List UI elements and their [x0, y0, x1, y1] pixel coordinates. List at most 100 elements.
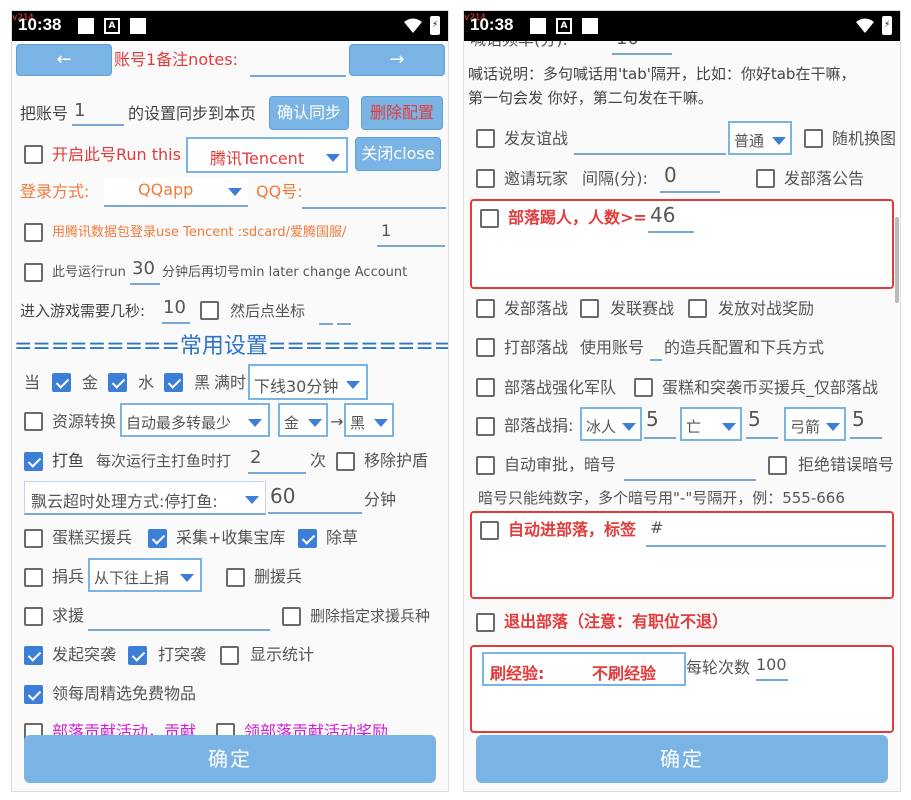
delete-specific-checkbox[interactable] — [282, 607, 301, 626]
sync-account-input[interactable]: 1 — [72, 99, 124, 126]
request-input[interactable] — [88, 603, 270, 631]
friendly-mode-select[interactable]: 普通 — [728, 121, 792, 155]
remove-shield-checkbox[interactable] — [336, 452, 355, 471]
confirm-button[interactable]: 确定 — [24, 735, 436, 783]
resource-from-value: 金 — [284, 414, 300, 432]
war-boost-checkbox[interactable] — [476, 378, 495, 397]
reject-wrong-code-checkbox[interactable] — [768, 456, 787, 475]
cake-buy-label: 蛋糕和突袭币买援兵_仅部落战 — [662, 378, 879, 397]
passcode-input[interactable] — [624, 451, 756, 481]
dropdown-arrow-icon — [308, 419, 322, 427]
resource-from-select[interactable]: 金 — [278, 403, 328, 437]
use-account-input[interactable] — [650, 335, 662, 361]
war-donate-count2-input[interactable]: 5 — [746, 407, 778, 439]
fish-desc: 每次运行主打鱼时打 — [96, 452, 232, 470]
tencent-package-checkbox[interactable] — [24, 223, 43, 242]
enable-account-checkbox[interactable] — [24, 145, 43, 164]
runtime-suffix: 分钟后再切号min later change Account — [162, 265, 408, 280]
collect-checkbox[interactable] — [148, 529, 167, 548]
exp-mode-select[interactable]: 刷经验: 不刷经验 — [482, 652, 686, 686]
weed-checkbox[interactable] — [298, 529, 317, 548]
hit-raid-checkbox[interactable] — [128, 646, 147, 665]
when-label: 当 — [24, 373, 41, 392]
auto-join-checkbox[interactable] — [480, 521, 499, 540]
qq-input[interactable] — [302, 181, 446, 209]
send-league-checkbox[interactable] — [580, 299, 599, 318]
kick-label: 部落踢人，人数>= — [508, 208, 647, 227]
resource-mode-select[interactable]: 自动最多转最少 — [120, 403, 270, 437]
gold-checkbox[interactable] — [52, 373, 71, 392]
coord-x-input[interactable] — [319, 301, 333, 325]
per-round-label: 每轮次数 — [686, 658, 751, 677]
dropdown-arrow-icon — [228, 188, 242, 196]
kick-threshold-input[interactable]: 46 — [648, 203, 694, 233]
scrollbar[interactable] — [895, 217, 899, 303]
war-donate-count3-input[interactable]: 5 — [850, 407, 882, 439]
confirm-sync-button[interactable]: 确认同步 — [269, 96, 349, 130]
war-donate-troop2-value: 亡 — [686, 418, 702, 436]
click-coord-checkbox[interactable] — [200, 301, 219, 320]
next-account-button[interactable]: → — [349, 44, 445, 76]
friendly-battle-input[interactable] — [574, 125, 726, 155]
cake-buy-checkbox[interactable] — [634, 378, 653, 397]
show-stats-checkbox[interactable] — [220, 646, 239, 665]
request-checkbox[interactable] — [24, 607, 43, 626]
clock: 10:38 — [470, 15, 514, 34]
remove-shield-label: 移除护盾 — [364, 451, 429, 470]
random-map-label: 随机换图 — [832, 129, 897, 148]
clan-tag-input[interactable] — [646, 519, 886, 547]
runtime-minutes-input[interactable]: 30 — [130, 257, 160, 285]
friendly-battle-checkbox[interactable] — [476, 129, 495, 148]
donate-mode-select[interactable]: 从下往上捐 — [88, 558, 202, 592]
delete-config-button[interactable]: 删除配置 — [361, 96, 443, 130]
confirm-button[interactable]: 确定 — [476, 735, 888, 783]
water-checkbox[interactable] — [108, 373, 127, 392]
resource-convert-checkbox[interactable] — [24, 412, 43, 431]
cloud-timeout-select[interactable]: 飘云超时处理方式:停打鱼: — [24, 481, 266, 515]
black-checkbox[interactable] — [164, 373, 183, 392]
game-wait-input[interactable]: 10 — [162, 296, 190, 324]
war-reward-checkbox[interactable] — [688, 299, 707, 318]
prev-account-button[interactable]: ← — [16, 44, 112, 76]
close-account-button[interactable]: 关闭close — [355, 137, 441, 171]
per-round-input[interactable]: 100 — [756, 653, 788, 681]
leave-clan-checkbox[interactable] — [476, 613, 495, 632]
weekly-free-checkbox[interactable] — [24, 685, 43, 704]
server-select[interactable]: 腾讯Tencent — [186, 137, 348, 173]
notes-input[interactable] — [250, 51, 346, 77]
kick-checkbox[interactable] — [480, 209, 499, 228]
runtime-checkbox[interactable] — [24, 263, 43, 282]
war-donate-troop3-select[interactable]: 弓箭 — [784, 407, 846, 441]
login-method-select[interactable]: QQapp — [104, 177, 248, 207]
sync-prefix: 把账号 — [20, 104, 69, 123]
notification-icon — [130, 18, 146, 34]
delete-troops-checkbox[interactable] — [226, 568, 245, 587]
tencent-package-input[interactable]: 1 — [377, 219, 445, 247]
random-map-checkbox[interactable] — [804, 129, 823, 148]
resource-to-select[interactable]: 黑 — [344, 403, 394, 437]
war-donate-troop2-select[interactable]: 亡 — [680, 407, 742, 441]
war-donate-checkbox[interactable] — [476, 417, 495, 436]
friendly-battle-label: 发友谊战 — [504, 129, 569, 148]
hit-war-checkbox[interactable] — [476, 338, 495, 357]
login-method-value: QQapp — [138, 180, 194, 199]
invite-player-checkbox[interactable] — [476, 169, 495, 188]
enable-account-label: 开启此号Run this — [52, 145, 181, 164]
donate-checkbox[interactable] — [24, 568, 43, 587]
send-war-checkbox[interactable] — [476, 299, 495, 318]
clan-announce-label: 发部落公告 — [784, 169, 865, 188]
full-action-select[interactable]: 下线30分钟 — [248, 364, 368, 400]
buy-troops-checkbox[interactable] — [24, 529, 43, 548]
clan-announce-checkbox[interactable] — [756, 169, 775, 188]
cloud-timeout-input[interactable]: 60 — [268, 484, 362, 514]
start-raid-checkbox[interactable] — [24, 646, 43, 665]
sync-suffix: 的设置同步到本页 — [128, 104, 257, 123]
war-donate-troop1-select[interactable]: 冰人 — [580, 407, 642, 441]
coord-y-input[interactable] — [337, 301, 351, 325]
auto-approve-checkbox[interactable] — [476, 456, 495, 475]
invite-interval-input[interactable]: 0 — [660, 163, 720, 193]
fish-checkbox[interactable] — [24, 452, 43, 471]
fish-count-input[interactable]: 2 — [248, 446, 306, 474]
shout-frequency-input[interactable]: 10 — [612, 41, 672, 55]
war-donate-count1-input[interactable]: 5 — [644, 407, 676, 439]
